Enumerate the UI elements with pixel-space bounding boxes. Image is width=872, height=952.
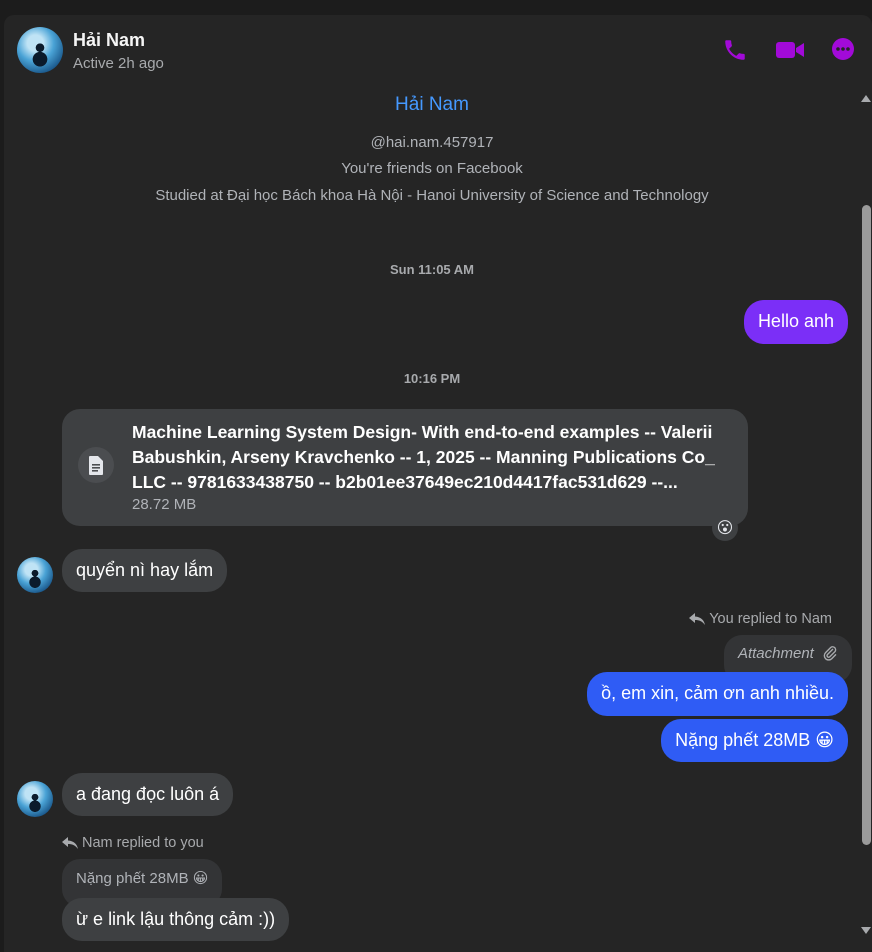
sent-message[interactable]: Nặng phết 28MB 😀: [661, 719, 848, 762]
timestamp: 10:16 PM: [403, 371, 461, 386]
document-icon: [89, 456, 103, 475]
timestamp: Sun 11:05 AM: [389, 262, 475, 277]
phone-call-button[interactable]: [722, 37, 748, 63]
file-icon-container: [78, 447, 114, 483]
profile-name[interactable]: Hải Nam: [4, 94, 860, 116]
profile-username: @hai.nam.457917: [370, 134, 494, 151]
scroll-up-arrow[interactable]: [861, 95, 871, 102]
contact-status: Active 2h ago: [73, 55, 164, 72]
phone-icon: [725, 40, 745, 60]
more-dots-icon: [832, 38, 854, 60]
chat-header: Hải Nam Active 2h ago: [4, 15, 872, 85]
file-attachment-message[interactable]: Machine Learning System Design- With end…: [62, 409, 748, 526]
scroll-down-arrow[interactable]: [861, 927, 871, 934]
received-message[interactable]: a đang đọc luôn á: [62, 773, 234, 816]
more-options-button[interactable]: [831, 37, 857, 63]
file-size: 28.72 MB: [132, 496, 197, 513]
sent-message[interactable]: ồ, em xin, cảm ơn anh nhiều.: [587, 672, 848, 716]
video-call-button[interactable]: [775, 37, 804, 63]
profile-friends-status: You're friends on Facebook: [341, 160, 523, 177]
contact-avatar[interactable]: [17, 27, 63, 73]
reply-context-label: Nam replied to you: [62, 835, 204, 851]
sent-message[interactable]: Hello anh: [743, 300, 848, 344]
received-message[interactable]: quyển nì hay lắm: [62, 549, 228, 592]
scrollbar-thumb[interactable]: [862, 205, 871, 845]
chat-panel: Hải Nam Active 2h ago Hải Nam @hai.nam.4…: [4, 15, 872, 952]
contact-avatar-small[interactable]: [17, 557, 53, 593]
received-message[interactable]: ừ e link lậu thông cảm :)): [62, 898, 290, 941]
reply-arrow-icon: [689, 613, 706, 625]
file-name[interactable]: Machine Learning System Design- With end…: [132, 420, 736, 495]
paperclip-icon: [823, 646, 837, 661]
reaction-emoji[interactable]: 😮: [712, 515, 738, 541]
profile-education: Studied at Đại học Bách khoa Hà Nội - Ha…: [155, 187, 709, 204]
contact-avatar-small[interactable]: [17, 781, 53, 817]
video-camera-icon: [776, 42, 804, 58]
reply-arrow-icon: [62, 837, 78, 849]
contact-name[interactable]: Hải Nam: [73, 30, 145, 51]
reply-context-label: You replied to Nam: [689, 611, 832, 627]
